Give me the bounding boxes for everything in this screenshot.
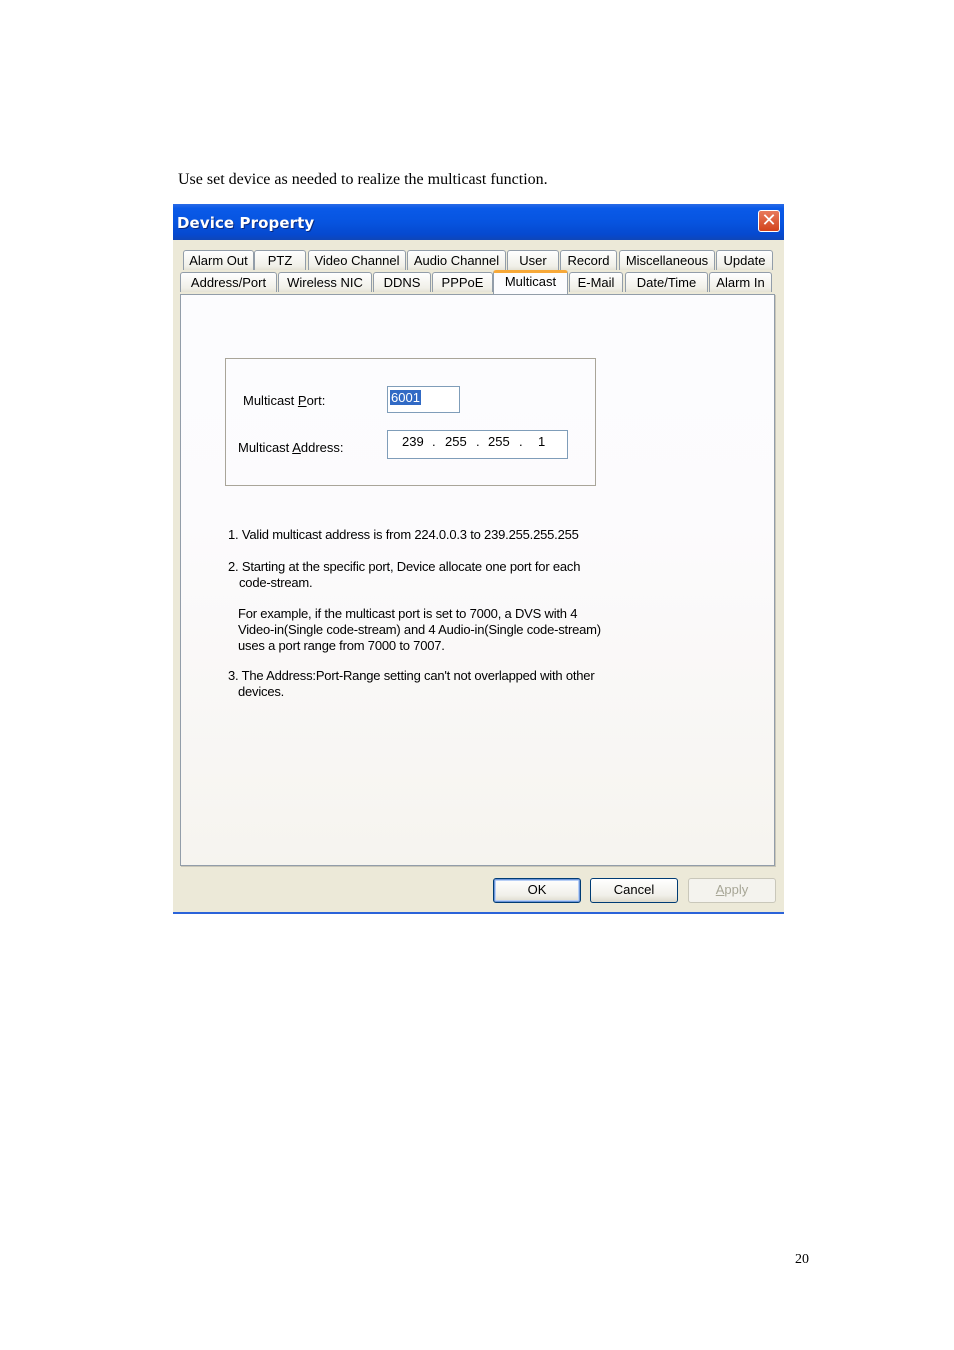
tab-video-channel[interactable]: Video Channel [308, 250, 406, 270]
note-port-allocation: 2. Starting at the specific port, Device… [228, 559, 581, 574]
page-number: 20 [795, 1252, 809, 1267]
tab-multicast[interactable]: Multicast [493, 270, 568, 294]
ip-octet-2[interactable]: 255 [445, 434, 467, 449]
note-valid-range: 1. Valid multicast address is from 224.0… [228, 527, 579, 542]
note-example-line3: uses a port range from 7000 to 7007. [238, 638, 445, 653]
note-overlap-cont: devices. [238, 684, 285, 699]
note-overlap: 3. The Address:Port-Range setting can't … [228, 668, 595, 683]
tab-audio-channel[interactable]: Audio Channel [407, 250, 506, 270]
ip-dot: . [519, 434, 523, 449]
note-example-line2: Video-in(Single code-stream) and 4 Audio… [238, 622, 601, 637]
multicast-address-label: Multicast Address: [238, 440, 344, 455]
multicast-panel: Multicast Port: 6001 Multicast Address: … [180, 294, 775, 866]
multicast-settings-group: Multicast Port: 6001 Multicast Address: … [225, 358, 596, 486]
port-value: 6001 [390, 390, 421, 405]
tab-user[interactable]: User [507, 250, 559, 270]
tab-ddns[interactable]: DDNS [373, 272, 431, 292]
tab-email[interactable]: E-Mail [569, 272, 623, 292]
note-example-line1: For example, if the multicast port is se… [238, 606, 578, 621]
tab-alarm-out[interactable]: Alarm Out [183, 250, 254, 270]
tab-address-port[interactable]: Address/Port [180, 272, 277, 292]
ip-octet-4[interactable]: 1 [538, 434, 545, 449]
tab-wireless-nic[interactable]: Wireless NIC [278, 272, 372, 292]
dialog-title: Device Property [177, 214, 315, 232]
tab-date-time[interactable]: Date/Time [625, 272, 708, 292]
label-text: ddress: [300, 440, 344, 455]
label-text: ort: [306, 393, 326, 408]
multicast-port-input[interactable]: 6001 [387, 386, 460, 413]
cancel-button[interactable]: Cancel [590, 878, 678, 903]
apply-button[interactable]: Apply [688, 878, 776, 903]
title-bar[interactable]: Device Property ✕ [173, 204, 784, 240]
tab-pppoe[interactable]: PPPoE [432, 272, 493, 292]
tab-alarm-in[interactable]: Alarm In [709, 272, 772, 292]
accelerator-key: A [292, 440, 301, 455]
multicast-port-label: Multicast Port: [243, 393, 325, 408]
intro-text: Use set device as needed to realize the … [178, 171, 548, 188]
ok-button[interactable]: OK [493, 878, 581, 903]
close-button[interactable]: ✕ [758, 210, 780, 232]
tab-ptz[interactable]: PTZ [254, 250, 306, 270]
multicast-address-input[interactable]: 239 . 255 . 255 . 1 [387, 430, 568, 459]
device-property-dialog: Device Property ✕ Alarm Out PTZ Video Ch… [173, 204, 784, 914]
ip-dot: . [432, 434, 436, 449]
tab-update[interactable]: Update [716, 250, 773, 270]
label-text: Multicast [243, 393, 298, 408]
ip-octet-3[interactable]: 255 [488, 434, 510, 449]
note-port-allocation-cont: code-stream. [239, 575, 313, 590]
close-icon: ✕ [761, 210, 777, 231]
ip-dot: . [476, 434, 480, 449]
tab-record[interactable]: Record [560, 250, 617, 270]
tab-miscellaneous[interactable]: Miscellaneous [619, 250, 715, 270]
accelerator-key: P [297, 393, 307, 408]
ip-octet-1[interactable]: 239 [402, 434, 424, 449]
button-label: pply [724, 882, 749, 897]
label-text: Multicast [238, 440, 293, 455]
